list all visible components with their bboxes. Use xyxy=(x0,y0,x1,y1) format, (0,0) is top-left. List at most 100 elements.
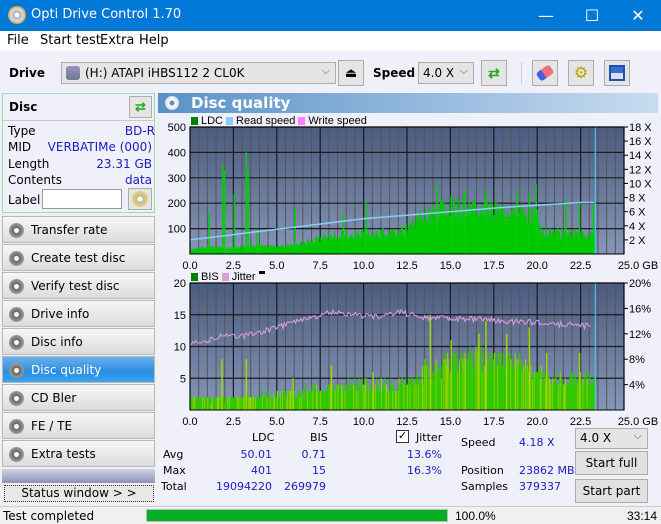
label-disc-button[interactable] xyxy=(128,188,152,210)
y2-tick-label: 20% xyxy=(629,278,651,290)
ldc-spike xyxy=(592,204,595,254)
bis-spike xyxy=(478,333,480,410)
max-bis: 15 xyxy=(312,464,326,477)
disc-icon xyxy=(9,419,24,434)
total-ldc: 19094220 xyxy=(216,480,272,493)
nav-cd-bler[interactable]: CD Bler xyxy=(2,384,155,411)
jitter-label: Jitter xyxy=(416,431,443,444)
bis-spike xyxy=(528,327,531,410)
avg-ldc: 50.01 xyxy=(240,448,273,461)
eject-button[interactable]: ⏏ xyxy=(338,60,364,86)
x-tick-label: 12.5 xyxy=(396,260,417,270)
nav-verify-test-disc[interactable]: Verify test disc xyxy=(2,272,155,299)
progress-fill xyxy=(147,510,447,521)
nav-disc-quality[interactable]: Disc quality xyxy=(2,356,155,383)
refresh-icon: ⇄ xyxy=(488,64,500,81)
disc-refresh-button[interactable]: ⇄ xyxy=(129,96,152,118)
status-window-button[interactable]: Status window > > xyxy=(4,485,154,502)
start-part-button[interactable]: Start part xyxy=(575,479,648,503)
y2-tick-label: 2 X xyxy=(629,235,646,247)
jitter-checkbox[interactable]: ✓ xyxy=(396,430,409,443)
progress-text: 100.0% xyxy=(455,509,496,523)
disc-icon xyxy=(9,335,24,350)
test-speed-select[interactable]: 4.0 X ⌵ xyxy=(575,428,648,449)
bis-spike xyxy=(245,359,248,410)
position-value: 23862 MB xyxy=(519,464,575,477)
maximize-button[interactable]: ☐ xyxy=(569,0,615,31)
app-disc-icon xyxy=(8,6,26,24)
chevron-down-icon: ⌵ xyxy=(459,65,468,77)
y2-tick-label: 16% xyxy=(629,303,651,315)
nav-drive-info[interactable]: Drive info xyxy=(2,300,155,327)
y-tick-label: 20 xyxy=(174,278,186,290)
y2-tick-label: 10 X xyxy=(629,178,652,190)
save-button[interactable] xyxy=(604,60,630,86)
menu-file[interactable]: File xyxy=(7,33,29,48)
ldc-spike xyxy=(516,190,518,254)
menu-start-test[interactable]: Start test xyxy=(40,33,101,48)
x-tick-label: 7.5 xyxy=(313,260,328,270)
erase-button[interactable] xyxy=(532,60,558,86)
bis-spike xyxy=(330,365,333,410)
x-tick-label: 22.5 xyxy=(570,416,591,426)
window-title: Opti Drive Control 1.70 xyxy=(31,7,182,22)
disc-icon xyxy=(9,447,24,462)
nav-create-test-disc[interactable]: Create test disc xyxy=(2,244,155,271)
y2-tick-label: 18 X xyxy=(629,122,652,134)
y2-tick-label: 4% xyxy=(629,380,645,392)
speed-select[interactable]: 4.0 X ⌵ xyxy=(418,62,474,84)
disc-quality-header: Disc quality xyxy=(158,93,658,113)
bis-chart: 20 15 10 5 0.0 2.5 5.0 7.5 10.0 12.5 15.0 17.5 20.0 2… xyxy=(174,278,658,426)
nav-label: Disc quality xyxy=(31,363,102,377)
ldc-spike xyxy=(222,165,224,254)
y-tick-label: 200 xyxy=(168,198,186,210)
toolbar-divider xyxy=(521,62,522,84)
y-tick-label: 15 xyxy=(174,310,186,322)
nav-transfer-rate[interactable]: Transfer rate xyxy=(2,216,155,243)
drive-select[interactable]: (H:) ATAPI iHBS112 2 CL0K ⌵ xyxy=(61,62,336,84)
close-button[interactable]: ✕ xyxy=(615,0,661,31)
refresh-button[interactable]: ⇄ xyxy=(481,60,507,86)
ldc-chart: 500 400 300 200 100 0.0 2.5 5.0 7.5 10.0 12.5 15.0 1… xyxy=(168,122,659,270)
x-tick-label: 0.0 xyxy=(182,260,197,270)
total-bis: 269979 xyxy=(284,480,326,493)
ldc-spike xyxy=(247,170,249,254)
ldc-spike xyxy=(405,223,407,254)
save-icon xyxy=(609,65,625,81)
x-tick-label: 20.0 xyxy=(526,260,547,270)
chevron-down-icon: ⌵ xyxy=(321,65,330,77)
x-tick-label: 22.5 xyxy=(570,260,591,270)
x-tick-label: 0.0 xyxy=(182,416,197,426)
y2-tick-label: 8 X xyxy=(629,193,646,205)
minimize-button[interactable]: — xyxy=(523,0,569,31)
y2-tick-label: 14 X xyxy=(629,150,652,162)
y-tick-label: 300 xyxy=(168,173,186,185)
panel-title: Disc quality xyxy=(191,94,291,112)
bis-spike xyxy=(292,378,294,410)
col-ldc-header: LDC xyxy=(252,431,275,444)
label-input[interactable] xyxy=(42,189,122,209)
settings-icon: ⚙ xyxy=(573,65,589,82)
bis-spike xyxy=(429,314,432,410)
x-tick-label: 12.5 xyxy=(396,416,417,426)
nav-disc-info[interactable]: Disc info xyxy=(2,328,155,355)
speed-label: Speed xyxy=(373,66,416,80)
start-full-button[interactable]: Start full xyxy=(575,451,648,475)
position-label: Position xyxy=(461,464,504,477)
y2-tick-label: 6 X xyxy=(629,207,646,219)
menu-help[interactable]: Help xyxy=(139,33,169,48)
x-tick-label: 15.0 xyxy=(440,260,461,270)
y-tick-label: 500 xyxy=(168,122,186,134)
settings-button[interactable]: ⚙ xyxy=(568,60,594,86)
ldc-spike xyxy=(233,194,235,254)
menu-extra[interactable]: Extra xyxy=(100,33,134,48)
speed-stat-label: Speed xyxy=(461,436,496,449)
nav-fe-te[interactable]: FE / TE xyxy=(2,412,155,439)
disc-quality-icon xyxy=(165,96,179,110)
y-tick-label: 10 xyxy=(174,342,186,354)
y-tick-label: 100 xyxy=(168,224,186,236)
nav-extra-tests[interactable]: Extra tests xyxy=(2,440,155,467)
ldc-spike xyxy=(528,193,531,254)
avg-label: Avg xyxy=(163,448,184,461)
disc-icon xyxy=(9,251,24,266)
